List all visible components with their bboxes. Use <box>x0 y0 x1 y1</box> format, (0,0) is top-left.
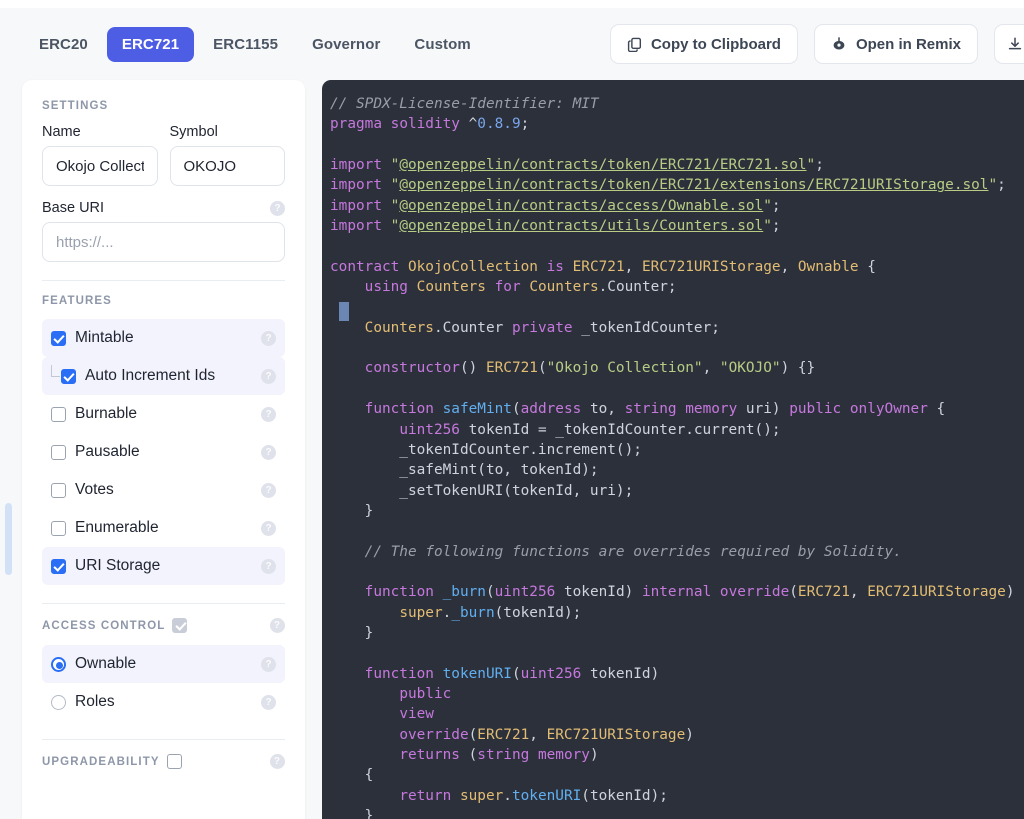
base-uri-help-icon[interactable]: ? <box>270 200 285 216</box>
tab-erc1155[interactable]: ERC1155 <box>198 27 293 62</box>
feature-label: Mintable <box>75 329 134 346</box>
feature-label: Enumerable <box>75 519 159 536</box>
symbol-field-group: Symbol <box>169 124 285 186</box>
name-symbol-row: Name Symbol <box>42 124 285 186</box>
base-uri-label: Base URI <box>42 200 105 216</box>
settings-heading-label: SETTINGS <box>42 100 109 112</box>
access-control-section-checkbox[interactable] <box>172 618 188 633</box>
symbol-label: Symbol <box>169 124 218 140</box>
features-heading-label: FEATURES <box>42 295 112 307</box>
remix-icon <box>831 36 847 52</box>
feature-pausable[interactable]: Pausable ? <box>42 433 285 471</box>
feature-help-icon[interactable]: ? <box>261 482 276 498</box>
tab-custom[interactable]: Custom <box>399 27 485 62</box>
divider-settings-features <box>42 280 285 281</box>
base-uri-label-row: Base URI ? <box>42 200 285 216</box>
checkbox-icon[interactable] <box>61 368 76 384</box>
copy-to-clipboard-button[interactable]: Copy to Clipboard <box>609 24 798 64</box>
tab-erc20[interactable]: ERC20 <box>24 27 103 62</box>
checkbox-icon[interactable] <box>51 444 66 460</box>
copy-icon <box>627 37 642 52</box>
upgradeability-section-checkbox[interactable] <box>166 754 182 769</box>
tab-governor[interactable]: Governor <box>297 27 395 62</box>
tab-erc721[interactable]: ERC721 <box>106 26 195 62</box>
access-control-label: Ownable <box>75 655 137 672</box>
divider-features-access <box>42 603 285 604</box>
access-control-section-heading: ACCESS CONTROL ? <box>42 618 285 633</box>
toolbar-actions: Copy to Clipboard Open in Remix <box>609 24 1024 64</box>
contract-type-tabs: ERC20 ERC721 ERC1155 Governor Custom <box>0 26 486 62</box>
access-control-option-help-icon[interactable]: ? <box>261 694 276 710</box>
radio-icon[interactable] <box>51 694 66 710</box>
download-icon <box>1007 36 1023 52</box>
feature-label: URI Storage <box>75 557 161 574</box>
feature-label: Pausable <box>75 443 140 460</box>
settings-section-heading: SETTINGS <box>42 100 285 112</box>
toolbar: ERC20 ERC721 ERC1155 Governor Custom Cop… <box>0 8 1024 80</box>
top-sliver <box>0 0 1024 8</box>
feature-label: Burnable <box>75 405 138 422</box>
symbol-input[interactable] <box>169 146 285 186</box>
upgradeability-section-heading: UPGRADEABILITY ? <box>42 754 285 769</box>
access-control-label: Roles <box>75 693 115 710</box>
checkbox-icon[interactable] <box>51 330 66 346</box>
tree-branch-icon <box>51 365 60 377</box>
code-preview-panel[interactable]: // SPDX-License-Identifier: MIT pragma so… <box>322 80 1024 819</box>
feature-label: Auto Increment Ids <box>85 367 216 384</box>
feature-burnable[interactable]: Burnable ? <box>42 395 285 433</box>
open-in-remix-button[interactable]: Open in Remix <box>813 24 978 64</box>
token-wizard-app: ERC20 ERC721 ERC1155 Governor Custom Cop… <box>0 0 1024 819</box>
feature-help-icon[interactable]: ? <box>261 444 276 460</box>
feature-help-icon[interactable]: ? <box>261 368 276 384</box>
features-section-heading: FEATURES <box>42 295 285 307</box>
download-button[interactable] <box>994 24 1024 64</box>
feature-enumerable[interactable]: Enumerable ? <box>42 509 285 547</box>
name-field-group: Name <box>42 124 158 186</box>
base-uri-field-group: Base URI ? <box>42 200 285 262</box>
settings-sidebar: SETTINGS Name Symbol Base URI ? <box>22 80 305 819</box>
name-label: Name <box>42 124 81 140</box>
base-uri-input[interactable] <box>42 222 285 262</box>
feature-help-icon[interactable]: ? <box>261 330 276 346</box>
divider-access-upgradeability <box>42 739 285 740</box>
feature-uri-storage[interactable]: URI Storage ? <box>42 547 285 585</box>
checkbox-icon[interactable] <box>51 406 66 422</box>
access-control-option-help-icon[interactable]: ? <box>261 656 276 672</box>
upgradeability-help-icon[interactable]: ? <box>270 754 285 769</box>
copy-to-clipboard-label: Copy to Clipboard <box>650 35 781 53</box>
upgradeability-heading-label: UPGRADEABILITY <box>42 755 160 768</box>
access-control-heading-label: ACCESS CONTROL <box>42 619 166 632</box>
checkbox-icon[interactable] <box>51 558 66 574</box>
checkbox-icon[interactable] <box>51 482 66 498</box>
radio-icon[interactable] <box>51 656 66 672</box>
feature-label: Votes <box>75 481 114 498</box>
feature-votes[interactable]: Votes ? <box>42 471 285 509</box>
solidity-code: // SPDX-License-Identifier: MIT pragma so… <box>330 96 1024 819</box>
feature-help-icon[interactable]: ? <box>261 406 276 422</box>
access-control-roles[interactable]: Roles ? <box>42 683 285 721</box>
checkbox-icon[interactable] <box>51 520 66 536</box>
access-control-help-icon[interactable]: ? <box>270 618 285 633</box>
access-control-ownable[interactable]: Ownable ? <box>42 645 285 683</box>
code-cursor <box>339 302 349 321</box>
feature-help-icon[interactable]: ? <box>261 520 276 536</box>
name-input[interactable] <box>42 146 158 186</box>
sidebar-scrollbar-thumb[interactable] <box>5 503 12 575</box>
feature-mintable[interactable]: Mintable ? <box>42 319 285 357</box>
feature-auto-increment-ids[interactable]: Auto Increment Ids ? <box>42 357 285 395</box>
feature-help-icon[interactable]: ? <box>261 558 276 574</box>
open-in-remix-label: Open in Remix <box>855 35 961 53</box>
